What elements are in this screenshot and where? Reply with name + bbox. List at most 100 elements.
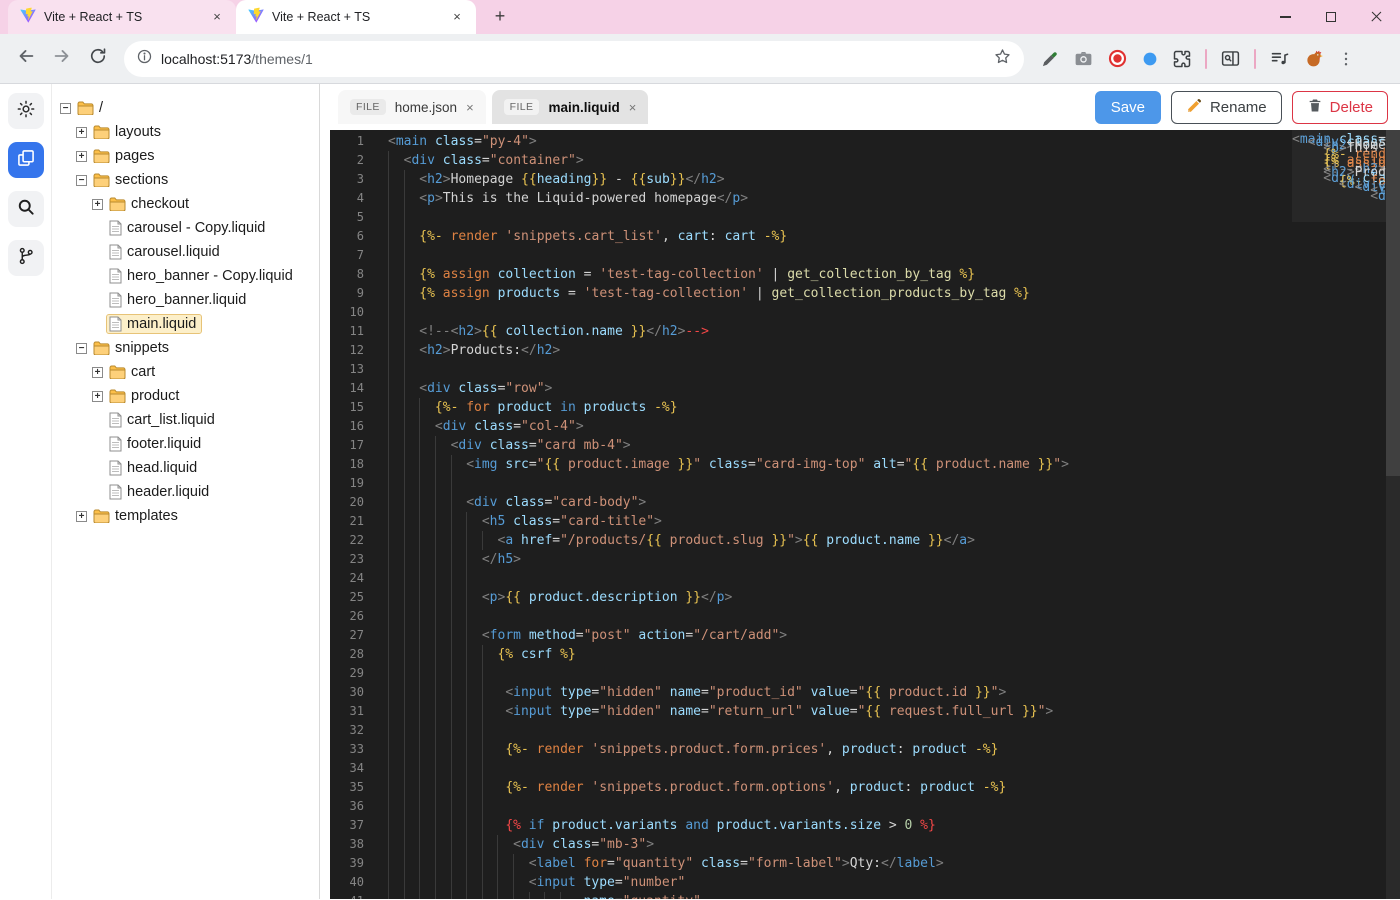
- file-tab-close-icon[interactable]: ×: [629, 100, 637, 115]
- window-close-button[interactable]: [1354, 0, 1400, 34]
- rename-button[interactable]: Rename: [1170, 90, 1282, 124]
- tab-close-icon[interactable]: ×: [448, 8, 466, 26]
- line-number: 1: [356, 134, 364, 148]
- tree-item-sections[interactable]: − sections: [52, 168, 319, 192]
- tree-item-label: product: [131, 388, 180, 404]
- line-number: 30: [349, 685, 364, 699]
- tree-item-snippets[interactable]: − snippets: [52, 336, 319, 360]
- tree-item-product[interactable]: + product: [52, 384, 319, 408]
- folder-icon: [109, 365, 126, 379]
- browser-tabstrip: Vite + React + TS × Vite + React + TS × …: [0, 0, 1400, 84]
- reload-button[interactable]: [82, 43, 114, 75]
- tree-expander-icon[interactable]: −: [76, 174, 87, 186]
- browser-toolbar: localhost:5173/themes/1: [0, 34, 1400, 84]
- address-bar[interactable]: localhost:5173/themes/1: [124, 40, 1024, 77]
- line-number: 20: [349, 495, 364, 509]
- editor-scrollbar[interactable]: [1386, 130, 1400, 899]
- record-extension-icon[interactable]: [1107, 48, 1128, 69]
- tree-item-footer-liquid[interactable]: footer.liquid: [52, 432, 319, 456]
- tree-item-label: main.liquid: [127, 316, 197, 332]
- search-panel-button[interactable]: [7, 191, 44, 227]
- tree-item-checkout[interactable]: + checkout: [52, 192, 319, 216]
- line-number: 34: [349, 761, 364, 775]
- tree-item-[interactable]: − /: [52, 96, 319, 120]
- code-line: 40 <input type="number": [330, 873, 1400, 892]
- tree-item-layouts[interactable]: + layouts: [52, 120, 319, 144]
- tree-expander-icon[interactable]: −: [76, 342, 87, 354]
- camera-extension-icon[interactable]: [1073, 48, 1094, 69]
- git-panel-button[interactable]: [7, 240, 44, 276]
- tree-item-head-liquid[interactable]: head.liquid: [52, 456, 319, 480]
- tree-item-main-liquid[interactable]: main.liquid: [52, 312, 319, 336]
- tree-item-cart-list-liquid[interactable]: cart_list.liquid: [52, 408, 319, 432]
- page-info-icon[interactable]: [136, 48, 153, 70]
- tree-expander-icon[interactable]: −: [60, 102, 71, 114]
- browser-tab-1[interactable]: Vite + React + TS ×: [8, 0, 236, 34]
- tree-item-templates[interactable]: + templates: [52, 504, 319, 528]
- file-icon: [109, 220, 122, 236]
- window-maximize-button[interactable]: [1308, 0, 1354, 34]
- code-line: 41 name="quantity": [1292, 250, 1386, 253]
- code-line: 32: [330, 721, 1400, 740]
- toolbar-divider: [1205, 48, 1207, 69]
- new-tab-button[interactable]: +: [486, 3, 514, 31]
- side-panel-search-icon[interactable]: [1220, 48, 1241, 69]
- forward-arrow-icon: [51, 45, 73, 72]
- code-line: 9 {% assign products = 'test-tag-collect…: [330, 284, 1400, 303]
- code-line: 16 <div class="col-4">: [330, 417, 1400, 436]
- file-icon: [109, 412, 122, 428]
- line-number: 37: [349, 818, 364, 832]
- line-number: 8: [356, 267, 364, 281]
- minimap[interactable]: 1<main class="py-4">2 <div class="contai…: [1292, 130, 1386, 253]
- tree-item-label: carousel - Copy.liquid: [127, 220, 266, 236]
- delete-button[interactable]: Delete: [1291, 90, 1388, 124]
- code-line: 5: [330, 208, 1400, 227]
- tree-item-hero-banner-copy-liquid[interactable]: hero_banner - Copy.liquid: [52, 264, 319, 288]
- window-minimize-button[interactable]: [1262, 0, 1308, 34]
- browser-tab-title: Vite + React + TS: [44, 10, 143, 24]
- tree-expander-icon[interactable]: +: [76, 126, 87, 138]
- tree-expander-icon[interactable]: +: [92, 198, 103, 210]
- theme-toggle-button[interactable]: [7, 93, 44, 129]
- tree-item-carousel-copy-liquid[interactable]: carousel - Copy.liquid: [52, 216, 319, 240]
- file-tab-close-icon[interactable]: ×: [466, 100, 474, 115]
- tree-item-header-liquid[interactable]: header.liquid: [52, 480, 319, 504]
- tree-expander-icon[interactable]: +: [92, 366, 103, 378]
- files-panel-button[interactable]: [7, 142, 44, 178]
- tree-item-cart[interactable]: + cart: [52, 360, 319, 384]
- line-number: 22: [349, 533, 364, 547]
- tree-item-hero-banner-liquid[interactable]: hero_banner.liquid: [52, 288, 319, 312]
- code-line: 30 <input type="hidden" name="product_id…: [330, 683, 1400, 702]
- menu-dots-icon[interactable]: [1337, 50, 1355, 68]
- tree-item-label: pages: [115, 148, 155, 164]
- tab-close-icon[interactable]: ×: [208, 8, 226, 26]
- blue-dot-extension-icon[interactable]: [1141, 50, 1159, 68]
- tree-expander-icon[interactable]: +: [76, 510, 87, 522]
- save-button[interactable]: Save: [1094, 90, 1161, 124]
- code-line: 4 <p>This is the Liquid-powered homepage…: [330, 189, 1400, 208]
- url-text[interactable]: localhost:5173/themes/1: [161, 51, 993, 67]
- bookmark-star-icon[interactable]: [993, 47, 1012, 71]
- tree-item-pages[interactable]: + pages: [52, 144, 319, 168]
- tree-item-carousel-liquid[interactable]: carousel.liquid: [52, 240, 319, 264]
- back-button[interactable]: [10, 43, 42, 75]
- tree-expander-icon[interactable]: +: [76, 150, 87, 162]
- browser-tab-2[interactable]: Vite + React + TS ×: [236, 0, 476, 34]
- tree-expander-icon[interactable]: +: [92, 390, 103, 402]
- file-tab-main-liquid[interactable]: FILE main.liquid ×: [491, 90, 649, 124]
- line-number: 3: [356, 172, 364, 186]
- extensions-puzzle-icon[interactable]: [1172, 49, 1192, 69]
- line-number: 6: [356, 229, 364, 243]
- eyedropper-extension-icon[interactable]: [1040, 49, 1060, 69]
- rooster-extension-icon[interactable]: [1303, 48, 1324, 69]
- tree-item-label: header.liquid: [127, 484, 210, 500]
- file-tab-home-json[interactable]: FILE home.json ×: [338, 90, 486, 124]
- forward-button[interactable]: [46, 43, 78, 75]
- code-line: 28 {% csrf %}: [330, 645, 1400, 664]
- code-editor[interactable]: 1 <main class="py-4"> 2 <div class="contai…: [330, 130, 1400, 899]
- folder-icon: [93, 341, 110, 355]
- tree-item-label: footer.liquid: [127, 436, 202, 452]
- line-number: 14: [349, 381, 364, 395]
- media-playlist-icon[interactable]: [1269, 48, 1290, 69]
